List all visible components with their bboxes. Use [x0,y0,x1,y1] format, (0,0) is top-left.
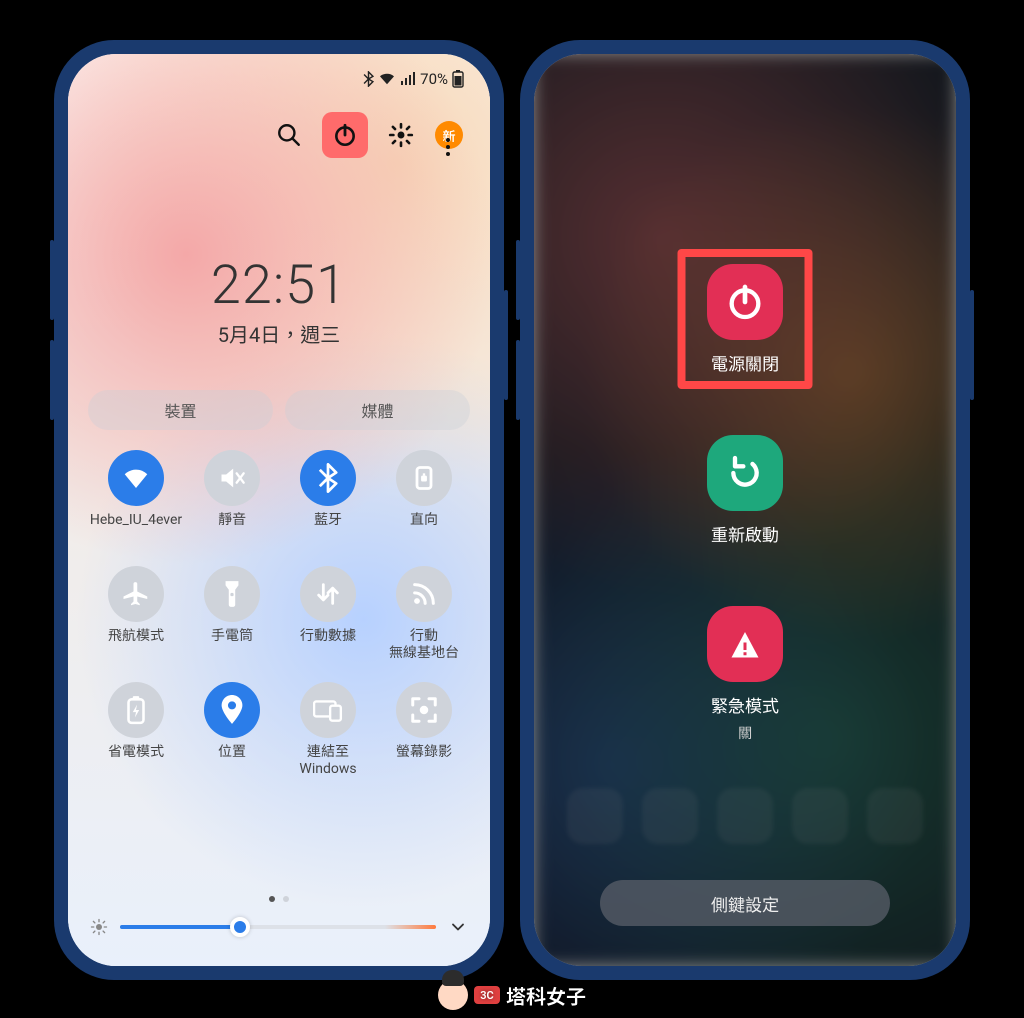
emergency-icon [707,606,783,682]
link-windows-icon [300,682,356,738]
watermark-text: 塔科女子 [506,981,586,1010]
tile-airplane[interactable]: 飛航模式 [88,566,184,678]
phone-frame: 70% 新 22:51 5月4日，週 [54,40,504,980]
tile-hotspot[interactable]: 行動 無線基地台 [376,566,472,678]
hotspot-rss-icon [396,566,452,622]
screen-record-icon [396,682,452,738]
tile-label: 螢幕錄影 [396,744,452,761]
tile-mute[interactable]: 靜音 [184,450,280,562]
tile-wifi[interactable]: Hebe_IU_4ever [88,450,184,562]
power-icon[interactable] [330,120,360,150]
tile-label: 靜音 [218,512,246,529]
brightness-slider[interactable] [120,925,436,929]
location-icon [204,682,260,738]
power-options: 電源關閉 重新啟動 緊急模式 關 [534,264,956,743]
tile-label: 行動 無線基地台 [389,628,459,662]
status-bar: 70% [363,70,464,88]
tile-rotation[interactable]: 直向 [376,450,472,562]
power-off-icon [707,264,783,340]
emergency-mode-button[interactable]: 緊急模式 關 [707,606,783,743]
tile-bluetooth[interactable]: 藍牙 [280,450,376,562]
restart-button[interactable]: 重新啟動 [707,435,783,546]
wifi-icon [108,450,164,506]
volume-up-button[interactable] [516,240,520,320]
tile-data[interactable]: 行動數據 [280,566,376,678]
power-menu: 電源關閉 重新啟動 緊急模式 關 側鍵設定 [534,54,956,966]
tile-label: 飛航模式 [108,628,164,645]
output-switcher: 裝置 媒體 [88,390,470,430]
phone-frame: 電源關閉 重新啟動 緊急模式 關 側鍵設定 [520,40,970,980]
rotation-lock-icon [396,450,452,506]
side-key-settings-button[interactable]: 側鍵設定 [600,880,890,926]
clock: 22:51 5月4日，週三 [68,254,490,348]
clock-time: 22:51 [68,254,490,317]
restart-icon [707,435,783,511]
side-power-button[interactable] [970,290,974,400]
battery-percent: 70% [420,70,448,88]
tile-record[interactable]: 螢幕錄影 [376,682,472,794]
wifi-status-icon [378,72,396,86]
tile-label: Hebe_IU_4ever [90,512,182,529]
tile-label: 位置 [218,744,246,761]
brightness-icon [90,918,108,936]
mute-icon [204,450,260,506]
clock-date: 5月4日，週三 [68,319,490,348]
restart-label: 重新啟動 [711,521,779,546]
tile-label: 連結至 Windows [299,744,356,778]
media-button[interactable]: 媒體 [285,390,470,430]
panel-actions: 新 [68,98,490,166]
tile-label: 行動數據 [300,628,356,645]
battery-saver-icon [108,682,164,738]
power-off-button[interactable]: 電源關閉 [707,264,783,375]
side-power-button[interactable] [504,290,508,400]
page-indicator [68,896,490,902]
watermark-avatar [438,980,468,1010]
data-swap-icon [300,566,356,622]
brightness-row [90,910,468,944]
watermark-chip: 3C [474,986,500,1004]
flashlight-icon [204,566,260,622]
volume-up-button[interactable] [50,240,54,320]
more-menu[interactable]: 新 [434,120,464,150]
overflow-icon [446,138,450,156]
tile-flashlight[interactable]: 手電筒 [184,566,280,678]
emergency-label: 緊急模式 [711,692,779,717]
tile-label: 直向 [410,512,438,529]
tile-label: 省電模式 [108,744,164,761]
quick-settings-panel: 70% 新 22:51 5月4日，週 [68,54,490,966]
volume-down-button[interactable] [50,340,54,420]
search-icon[interactable] [274,120,304,150]
bluetooth-icon [300,450,356,506]
gear-icon[interactable] [386,120,416,150]
battery-status-icon [452,70,464,88]
devices-button[interactable]: 裝置 [88,390,273,430]
watermark: 3C 塔科女子 [438,980,586,1010]
emergency-state: 關 [738,723,752,743]
power-off-label: 電源關閉 [711,350,779,375]
tile-battery[interactable]: 省電模式 [88,682,184,794]
signal-status-icon [400,72,416,86]
brightness-thumb[interactable] [230,917,250,937]
airplane-icon [108,566,164,622]
volume-down-button[interactable] [516,340,520,420]
power-icon-highlight [322,112,368,158]
tile-label: 手電筒 [211,628,253,645]
chevron-down-icon[interactable] [448,917,468,937]
bluetooth-status-icon [363,71,374,87]
tile-location[interactable]: 位置 [184,682,280,794]
tile-link[interactable]: 連結至 Windows [280,682,376,794]
tile-label: 藍牙 [314,512,342,529]
quick-tiles-grid: Hebe_IU_4ever 靜音 藍牙 直向飛航模式 手電筒 行動數據 行動 無線基地台省電… [88,450,470,876]
